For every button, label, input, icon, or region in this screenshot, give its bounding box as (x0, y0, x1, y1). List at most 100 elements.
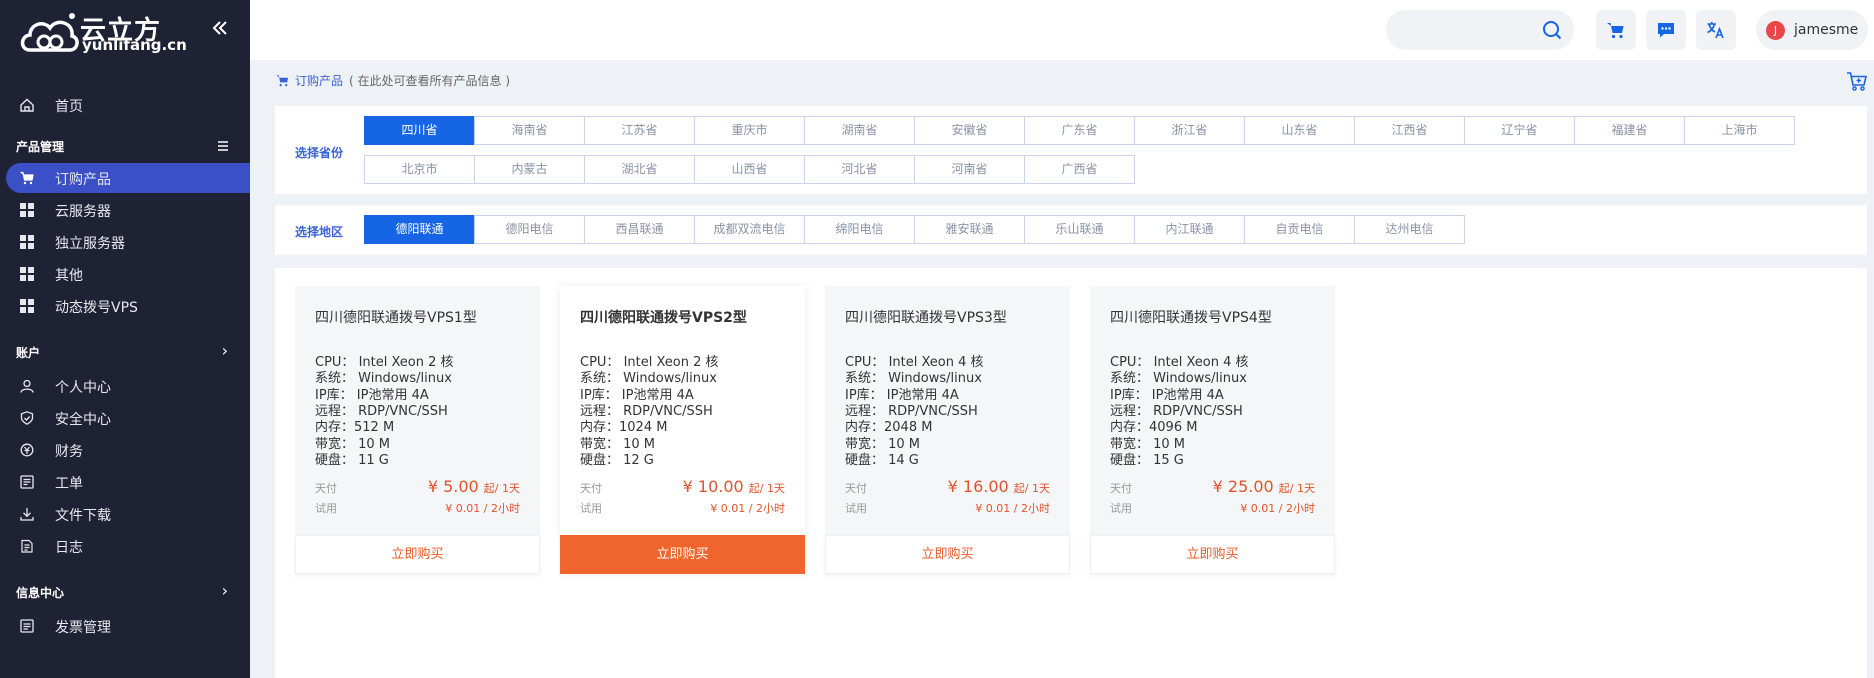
region-option[interactable]: 德阳联通 (364, 215, 475, 244)
region-option[interactable]: 自贡电信 (1244, 215, 1355, 244)
daily-price: ¥ 16.00 起/ 1天 (947, 477, 1050, 496)
province-option[interactable]: 上海市 (1684, 116, 1795, 145)
username: jamesme (1794, 22, 1859, 38)
home-icon (20, 98, 34, 112)
province-option[interactable]: 湖南省 (804, 116, 915, 145)
province-option[interactable]: 北京市 (364, 155, 475, 184)
grid-icon (20, 299, 34, 313)
ticket-icon (20, 475, 34, 489)
province-option[interactable]: 内蒙古 (474, 155, 585, 184)
language-button[interactable] (1696, 10, 1736, 50)
sidebar-item-order-products[interactable]: 订购产品 (6, 163, 250, 193)
province-option[interactable]: 山东省 (1244, 116, 1355, 145)
product-card-body: 四川德阳联通拨号VPS4型 CPU： Intel Xeon 4 核系统： Wind… (1090, 286, 1335, 535)
region-option[interactable]: 西昌联通 (584, 215, 695, 244)
sidebar-item-label: 其他 (55, 268, 83, 284)
region-option[interactable]: 德阳电信 (474, 215, 585, 244)
sidebar-item-home[interactable]: 首页 (0, 90, 250, 120)
user-menu[interactable]: J jamesme (1756, 10, 1868, 50)
cart-icon (20, 171, 34, 185)
shield-icon (20, 411, 34, 425)
section-title: 账户 (16, 346, 41, 360)
province-option[interactable]: 海南省 (474, 116, 585, 145)
section-info-header[interactable]: 信息中心 › (0, 579, 250, 605)
province-option[interactable]: 广东省 (1024, 116, 1135, 145)
sidebar-item-dedicated-servers[interactable]: 独立服务器 (0, 227, 250, 257)
daily-price: ¥ 25.00 起/ 1天 (1212, 477, 1315, 496)
daily-price: ¥ 10.00 起/ 1天 (682, 477, 785, 496)
province-option[interactable]: 安徽省 (914, 116, 1025, 145)
double-chevron-left-icon (212, 21, 227, 35)
sidebar-item-label: 工单 (55, 476, 83, 492)
spec-disk: 硬盘： 12 G (580, 452, 654, 468)
messages-button[interactable] (1646, 10, 1686, 50)
collapse-sidebar-button[interactable] (210, 16, 230, 42)
province-option[interactable]: 福建省 (1574, 116, 1685, 145)
cart-icon (276, 75, 289, 87)
sidebar-item-finance[interactable]: 财务 (0, 435, 250, 465)
sidebar-item-label: 云服务器 (55, 204, 111, 220)
breadcrumb-title[interactable]: 订购产品 (295, 74, 343, 88)
sidebar-item-downloads[interactable]: 文件下载 (0, 499, 250, 529)
region-filter: 选择地区 德阳联通 德阳电信 西昌联通 成都双流电信 绵阳电信 雅安联通 乐山联通 内江联通自… (275, 205, 1867, 255)
province-option[interactable]: 山西省 (694, 155, 805, 184)
sidebar-item-other[interactable]: 其他 (0, 259, 250, 289)
daily-price-label: 天付 (580, 482, 602, 495)
cart-button[interactable] (1596, 10, 1636, 50)
province-option[interactable]: 江西省 (1354, 116, 1465, 145)
daily-price: ¥ 5.00 起/ 1天 (427, 477, 520, 496)
chat-icon (1658, 23, 1674, 38)
sidebar-item-label: 发票管理 (55, 620, 111, 636)
sidebar-item-invoices[interactable]: 发票管理 (0, 611, 250, 641)
sidebar-item-label: 个人中心 (55, 380, 111, 396)
translate-icon (1707, 22, 1724, 39)
search-input[interactable] (1386, 10, 1574, 50)
price-unit: 起/ 1天 (1013, 482, 1050, 495)
province-option[interactable]: 江苏省 (584, 116, 695, 145)
province-option[interactable]: 辽宁省 (1464, 116, 1575, 145)
sidebar-item-security[interactable]: 安全中心 (0, 403, 250, 433)
region-option[interactable]: 绵阳电信 (804, 215, 915, 244)
province-option[interactable]: 湖北省 (584, 155, 695, 184)
province-option[interactable]: 广西省 (1024, 155, 1135, 184)
province-option[interactable]: 重庆市 (694, 116, 805, 145)
province-option[interactable]: 河南省 (914, 155, 1025, 184)
region-option[interactable]: 成都双流电信 (694, 215, 805, 244)
trial-label: 试用 (315, 502, 337, 515)
province-option[interactable]: 浙江省 (1134, 116, 1245, 145)
trial-label: 试用 (580, 502, 602, 515)
section-products-header[interactable]: 产品管理 (0, 133, 250, 159)
sidebar-item-logs[interactable]: 日志 (0, 531, 250, 561)
province-option[interactable]: 河北省 (804, 155, 915, 184)
shopping-cart-icon[interactable] (1846, 70, 1868, 92)
region-option[interactable]: 达州电信 (1354, 215, 1465, 244)
region-option[interactable]: 雅安联通 (914, 215, 1025, 244)
product-card: 四川德阳联通拨号VPS2型 CPU： Intel Xeon 2 核系统： Wind… (560, 286, 805, 576)
region-option[interactable]: 内江联通 (1134, 215, 1245, 244)
sidebar-item-label: 文件下载 (55, 508, 111, 524)
sidebar-item-profile[interactable]: 个人中心 (0, 371, 250, 401)
product-card: 四川德阳联通拨号VPS1型 CPU： Intel Xeon 2 核系统： Wind… (295, 286, 540, 576)
daily-price-label: 天付 (1110, 482, 1132, 495)
logo-domain: yunlifang.cn (82, 36, 187, 54)
sidebar-item-label: 动态拨号VPS (55, 300, 138, 316)
province-option[interactable]: 四川省 (364, 116, 475, 145)
log-icon (21, 539, 33, 553)
buy-now-button[interactable]: 立即购买 (560, 535, 805, 574)
search-icon[interactable] (1542, 20, 1562, 40)
buy-now-button[interactable]: 立即购买 (295, 535, 540, 574)
chevron-right-icon: › (221, 341, 228, 360)
region-option[interactable]: 乐山联通 (1024, 215, 1135, 244)
section-account-header[interactable]: 账户 › (0, 339, 250, 365)
sidebar-item-label: 安全中心 (55, 412, 111, 428)
trial-label: 试用 (1110, 502, 1132, 515)
sidebar-item-tickets[interactable]: 工单 (0, 467, 250, 497)
sidebar-item-dynamic-vps[interactable]: 动态拨号VPS (0, 291, 250, 321)
product-card-body: 四川德阳联通拨号VPS3型 CPU： Intel Xeon 4 核系统： Wind… (825, 286, 1070, 535)
buy-now-button[interactable]: 立即购买 (1090, 535, 1335, 574)
buy-now-button[interactable]: 立即购买 (825, 535, 1070, 574)
spec-disk: 硬盘： 15 G (1110, 452, 1184, 468)
product-card: 四川德阳联通拨号VPS3型 CPU： Intel Xeon 4 核系统： Wind… (825, 286, 1070, 576)
sidebar-item-cloud-servers[interactable]: 云服务器 (0, 195, 250, 225)
grid-icon (20, 235, 34, 249)
